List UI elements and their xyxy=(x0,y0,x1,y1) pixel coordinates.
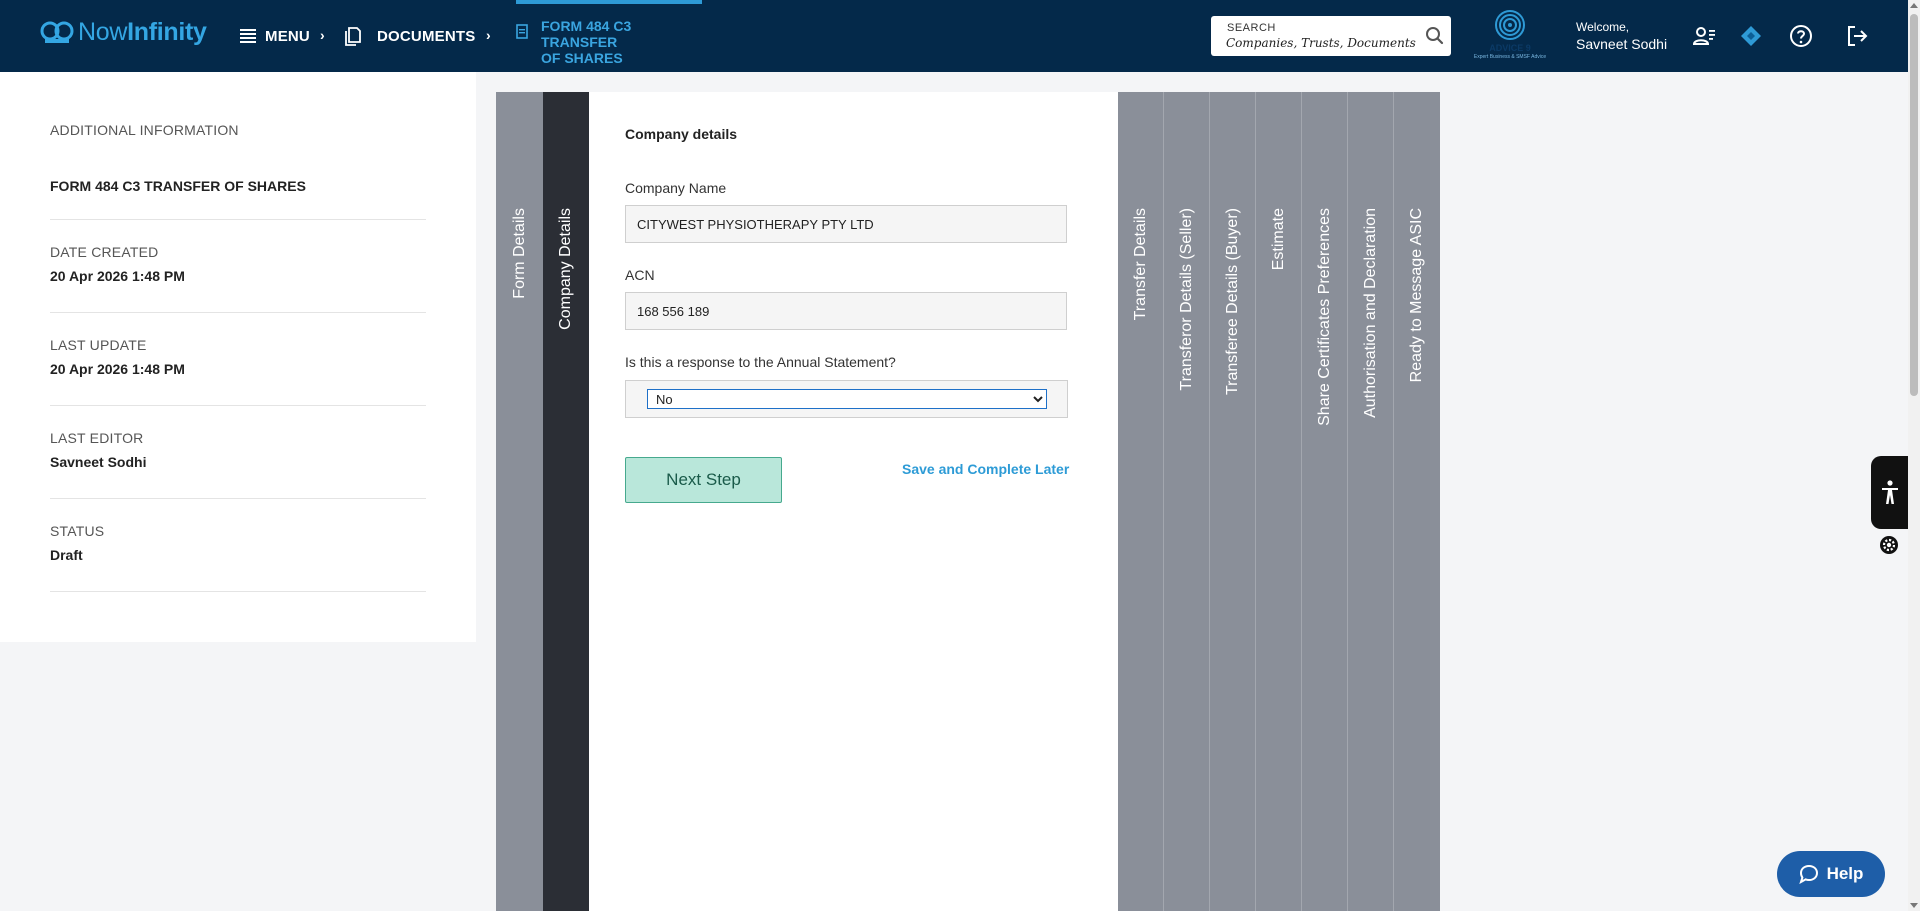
step-tab-transferor-details[interactable]: Transferor Details (Seller) xyxy=(1164,92,1210,911)
advice9-logo: ADVICE 9 Expert Business & SMSF Advice xyxy=(1468,8,1552,64)
search-input[interactable] xyxy=(1226,34,1416,52)
help-button[interactable]: Help xyxy=(1777,851,1885,897)
help-label: Help xyxy=(1826,864,1864,883)
step-tab-ready-to-message[interactable]: Ready to Message ASIC xyxy=(1394,92,1440,911)
search-label: SEARCH xyxy=(1227,22,1276,34)
step-tab-transferee-details[interactable]: Transferee Details (Buyer) xyxy=(1210,92,1256,911)
integration-diamond-icon[interactable] xyxy=(1739,24,1763,48)
step-tab-label: Transferor Details (Seller) xyxy=(1177,208,1195,391)
info-divider xyxy=(50,312,426,313)
step-tab-authorisation[interactable]: Authorisation and Declaration xyxy=(1348,92,1394,911)
info-heading: ADDITIONAL INFORMATION xyxy=(50,122,239,138)
scroll-down-arrow-icon[interactable] xyxy=(1910,903,1918,908)
info-heading-section: ADDITIONAL INFORMATION xyxy=(50,122,426,138)
acn-input[interactable] xyxy=(625,292,1067,330)
brand-logo-text: ADVICE 9 xyxy=(1489,43,1531,53)
step-tab-estimate[interactable]: Estimate xyxy=(1256,92,1302,911)
next-step-button[interactable]: Next Step xyxy=(625,457,782,503)
help-circle-icon[interactable] xyxy=(1789,24,1813,48)
brand-logo-tagline: Expert Business & SMSF Advice xyxy=(1473,54,1547,60)
last-editor-value: Savneet Sodhi xyxy=(50,454,147,470)
save-complete-later-link[interactable]: Save and Complete Later xyxy=(902,461,1069,477)
logo-text: NowInfinity xyxy=(78,18,207,47)
info-status: STATUS Draft xyxy=(50,523,426,563)
acn-label: ACN xyxy=(625,267,655,283)
step-tab-share-certificates[interactable]: Share Certificates Preferences xyxy=(1302,92,1348,911)
nowinfinity-logo[interactable]: NowInfinity xyxy=(40,18,207,47)
info-divider xyxy=(50,219,426,220)
menu-button[interactable]: MENU xyxy=(240,0,310,72)
menu-label: MENU xyxy=(265,27,310,45)
annual-statement-label: Is this a response to the Annual Stateme… xyxy=(625,354,896,370)
step-tab-label: Estimate xyxy=(1269,208,1287,271)
date-created-value: 20 Apr 2026 1:48 PM xyxy=(50,268,185,284)
step-tab-label: Share Certificates Preferences xyxy=(1315,208,1333,426)
breadcrumb-documents[interactable]: DOCUMENTS xyxy=(345,0,475,72)
gear-icon[interactable] xyxy=(1879,535,1899,555)
breadcrumb-chevron-icon: › xyxy=(486,27,491,43)
status-label: STATUS xyxy=(50,523,105,539)
logout-icon[interactable] xyxy=(1845,24,1869,48)
accessibility-widget[interactable] xyxy=(1871,456,1908,529)
search-box: SEARCH xyxy=(1211,16,1451,56)
breadcrumb-current-label: FORM 484 C3 TRANSFER OF SHARES xyxy=(541,18,701,66)
step-tab-label: Company Details xyxy=(557,208,574,330)
info-date-created: DATE CREATED 20 Apr 2026 1:48 PM xyxy=(50,244,426,284)
step-tab-label: Transferee Details (Buyer) xyxy=(1223,208,1241,396)
welcome-user: Welcome, Savneet Sodhi xyxy=(1576,20,1667,52)
documents-icon xyxy=(345,26,361,46)
top-bar: NowInfinity MENU › DOCUMENTS › FORM 484 … xyxy=(0,0,1908,72)
welcome-label: Welcome, xyxy=(1576,20,1630,34)
step-tab-label: Form Details xyxy=(510,208,528,299)
additional-info-panel: ADDITIONAL INFORMATION FORM 484 C3 TRANS… xyxy=(0,72,476,642)
breadcrumb-current-form[interactable]: FORM 484 C3 TRANSFER OF SHARES xyxy=(516,0,702,72)
info-form-name-section: FORM 484 C3 TRANSFER OF SHARES xyxy=(50,178,426,194)
chat-bubble-icon xyxy=(1798,864,1818,884)
step-tab-label: Authorisation and Declaration xyxy=(1361,208,1379,418)
step-tab-company-details[interactable]: Company Details xyxy=(543,92,589,911)
breadcrumb-documents-label: DOCUMENTS xyxy=(377,27,476,45)
last-editor-label: LAST EDITOR xyxy=(50,430,144,446)
annual-statement-select[interactable]: No xyxy=(647,389,1047,409)
step-tab-label: Transfer Details xyxy=(1131,208,1149,321)
company-details-form: Company details Company Name ACN Is this… xyxy=(589,92,1118,911)
step-tab-label: Ready to Message ASIC xyxy=(1408,208,1425,383)
search-icon[interactable] xyxy=(1425,26,1445,46)
info-last-update: LAST UPDATE 20 Apr 2026 1:48 PM xyxy=(50,337,426,377)
breadcrumb-chevron-icon: › xyxy=(320,27,325,43)
logo-text-now: Now xyxy=(78,18,128,46)
scroll-up-arrow-icon[interactable] xyxy=(1910,3,1918,8)
info-divider xyxy=(50,405,426,406)
breadcrumb-current-line1: FORM 484 C3 TRANSFER xyxy=(541,18,632,50)
info-divider xyxy=(50,498,426,499)
menu-icon xyxy=(240,29,256,43)
step-tab-form-details[interactable]: Form Details xyxy=(496,92,543,911)
company-name-input[interactable] xyxy=(625,205,1067,243)
user-profile-icon[interactable] xyxy=(1692,24,1716,48)
form-document-icon xyxy=(516,24,528,39)
date-created-label: DATE CREATED xyxy=(50,244,159,260)
section-title: Company details xyxy=(625,126,738,142)
user-name: Savneet Sodhi xyxy=(1576,36,1668,52)
info-form-name: FORM 484 C3 TRANSFER OF SHARES xyxy=(50,178,306,194)
info-divider xyxy=(50,591,426,592)
company-name-label: Company Name xyxy=(625,180,727,196)
logo-text-infinity: Infinity xyxy=(127,18,207,46)
status-value: Draft xyxy=(50,547,83,563)
last-update-label: LAST UPDATE xyxy=(50,337,147,353)
step-tab-transfer-details[interactable]: Transfer Details xyxy=(1118,92,1164,911)
scroll-thumb[interactable] xyxy=(1910,14,1918,396)
last-update-value: 20 Apr 2026 1:48 PM xyxy=(50,361,185,377)
accessibility-person-icon xyxy=(1882,480,1898,504)
breadcrumb-current-line2: OF SHARES xyxy=(541,50,623,66)
logo-mark-icon xyxy=(40,21,74,43)
page-scrollbar[interactable] xyxy=(1908,0,1920,911)
info-last-editor: LAST EDITOR Savneet Sodhi xyxy=(50,430,426,470)
annual-statement-field: No xyxy=(625,380,1068,418)
